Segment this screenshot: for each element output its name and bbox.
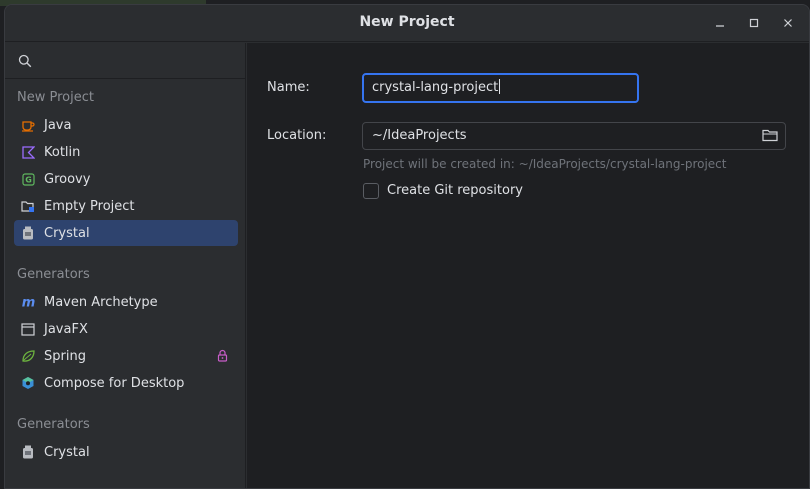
project-type-sidebar: New Project Java Kotlin G Groovy Empty P… xyxy=(5,43,246,488)
javafx-window-icon xyxy=(20,321,36,337)
group-label-generators-2: Generators xyxy=(17,417,90,432)
project-location-value: ~/IdeaProjects xyxy=(372,128,467,143)
empty-project-icon xyxy=(20,198,36,214)
sidebar-item-label: Groovy xyxy=(44,171,91,187)
sidebar-item-label: Spring xyxy=(44,348,86,364)
close-icon xyxy=(784,19,792,27)
sidebar-item-label: Crystal xyxy=(44,444,90,460)
sidebar-item-label: Java xyxy=(44,117,72,133)
compose-icon xyxy=(20,375,36,391)
sidebar-item-label: Kotlin xyxy=(44,144,81,160)
project-name-input[interactable]: crystal-lang-project xyxy=(362,73,639,103)
svg-text:m: m xyxy=(21,296,35,308)
crystal-jar-icon xyxy=(20,444,36,460)
minimize-button[interactable] xyxy=(710,13,730,33)
location-hint: Project will be created in: ~/IdeaProjec… xyxy=(363,157,727,171)
sidebar-item-groovy[interactable]: G Groovy xyxy=(14,166,238,192)
sidebar-item-empty-project[interactable]: Empty Project xyxy=(14,193,238,219)
groovy-icon: G xyxy=(20,171,36,187)
maven-icon: m xyxy=(20,294,36,310)
create-git-repository-checkbox[interactable] xyxy=(363,183,379,199)
sidebar-item-label: Maven Archetype xyxy=(44,294,158,310)
create-git-repository-label[interactable]: Create Git repository xyxy=(387,183,523,198)
sidebar-item-java[interactable]: Java xyxy=(14,112,238,138)
folder-icon[interactable] xyxy=(762,128,778,142)
sidebar-item-javafx[interactable]: JavaFX xyxy=(14,316,238,342)
sidebar-item-compose-for-desktop[interactable]: Compose for Desktop xyxy=(14,370,238,396)
spring-leaf-icon xyxy=(20,348,36,364)
project-name-value: crystal-lang-project xyxy=(372,80,499,95)
group-label-new-project: New Project xyxy=(17,90,94,105)
sidebar-item-label: Compose for Desktop xyxy=(44,375,185,391)
sidebar-item-label: Crystal xyxy=(44,225,90,241)
close-button[interactable] xyxy=(778,13,798,33)
search-icon xyxy=(18,54,32,68)
group-label-generators: Generators xyxy=(17,267,90,282)
svg-text:G: G xyxy=(25,175,32,184)
sidebar-item-crystal[interactable]: Crystal xyxy=(14,220,238,246)
minimize-icon xyxy=(716,25,724,27)
sidebar-item-kotlin[interactable]: Kotlin xyxy=(14,139,238,165)
sidebar-search[interactable] xyxy=(5,43,246,79)
maximize-button[interactable] xyxy=(744,13,764,33)
sidebar-item-spring[interactable]: Spring xyxy=(14,343,238,369)
sidebar-item-crystal-generator[interactable]: Crystal xyxy=(14,439,238,465)
crystal-jar-icon xyxy=(20,225,36,241)
project-location-input[interactable]: ~/IdeaProjects xyxy=(362,122,786,150)
title-bar: New Project xyxy=(5,5,809,42)
sidebar-item-maven-archetype[interactable]: m Maven Archetype xyxy=(14,289,238,315)
project-settings-panel: Name: crystal-lang-project Location: ~/I… xyxy=(247,43,809,488)
sidebar-item-label: Empty Project xyxy=(44,198,135,214)
name-label: Name: xyxy=(267,80,310,95)
location-label: Location: xyxy=(267,128,327,143)
sidebar-item-label: JavaFX xyxy=(44,321,88,337)
lock-icon xyxy=(217,349,228,362)
kotlin-icon xyxy=(20,144,36,160)
text-caret xyxy=(499,79,501,94)
dialog-title: New Project xyxy=(359,14,455,30)
new-project-dialog: New Project New Project Java Kotlin G Gr… xyxy=(4,4,810,489)
maximize-icon xyxy=(749,18,759,28)
java-cup-icon xyxy=(20,117,36,133)
